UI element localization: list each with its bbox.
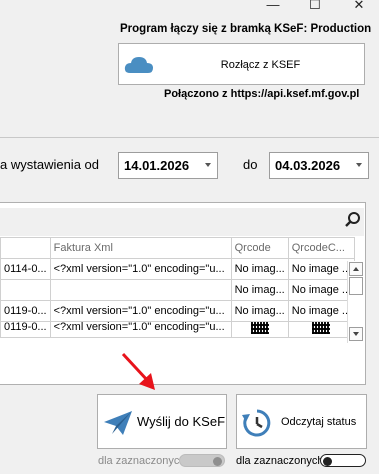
date-from-label: a wystawienia od [0,157,99,172]
table-cell[interactable]: No image ... [287,258,356,280]
table-header-row: Faktura Xml Qrcode QrcodeC... [0,237,356,259]
table-cell[interactable]: <?xml version="1.0" encoding="u... [49,300,232,322]
qrcode-icon [312,322,331,334]
date-to-picker[interactable]: 04.03.2026 [269,152,369,179]
send-label: Wyślij do KSeF [137,414,226,429]
send-to-ksef-button[interactable]: Wyślij do KSeF [97,394,227,449]
table-cell[interactable]: No imag... [230,258,289,280]
scroll-down-button[interactable] [349,327,363,341]
table-row[interactable]: 0119-0... <?xml version="1.0" encoding="… [0,321,356,338]
table-cell[interactable]: 0119-0... [0,321,51,338]
column-header-qrcodec[interactable]: QrcodeC... [287,237,356,259]
chevron-up-icon [353,267,359,271]
toggle-knob [323,457,332,466]
table-row[interactable]: 0119-0... <?xml version="1.0" encoding="… [0,300,356,322]
status-selected-toggle[interactable] [320,454,366,467]
qrcode-icon [250,322,269,334]
disconnect-button[interactable]: Rozłącz z KSEF [118,43,365,85]
maximize-button[interactable]: ☐ [300,0,330,14]
table-cell[interactable]: <?xml version="1.0" encoding="u... [49,258,232,280]
minimize-button[interactable]: — [258,0,288,14]
table-cell[interactable] [0,279,51,301]
date-to-value: 04.03.2026 [275,158,341,173]
vertical-scrollbar[interactable] [347,261,364,343]
table-cell[interactable]: No image ... [287,279,356,301]
grid-search-input[interactable] [0,211,341,233]
date-from-picker[interactable]: 14.01.2026 [118,152,218,179]
table-cell[interactable]: No imag... [230,300,289,322]
connected-to-text: Połączono z https://api.ksef.mf.gov.pl [164,88,360,100]
invoice-table: Faktura Xml Qrcode QrcodeC... 0114-0... … [0,237,356,338]
table-cell[interactable]: No image ... [287,300,356,322]
chevron-down-icon [353,332,359,336]
red-arrow-icon [121,352,155,390]
table-row[interactable]: 0114-0... <?xml version="1.0" encoding="… [0,258,356,280]
chevron-down-icon[interactable] [205,163,211,167]
search-icon[interactable] [344,211,362,232]
toggle-knob [213,457,222,466]
table-row[interactable]: No imag... No image ... [0,279,356,301]
paper-plane-icon [104,411,132,435]
column-header[interactable] [0,237,51,259]
read-status-button[interactable]: Odczytaj status [236,394,367,449]
qrcode-image[interactable] [230,321,289,338]
scroll-thumb[interactable] [349,277,363,295]
column-header-qrcode[interactable]: Qrcode [230,237,289,259]
date-to-label: do [243,157,258,172]
table-cell[interactable]: No imag... [230,279,289,301]
table-cell[interactable]: 0119-0... [0,300,51,322]
close-button[interactable]: ✕ [344,0,374,14]
table-cell[interactable]: <?xml version="1.0" encoding="u... [49,321,232,338]
disconnect-label: Rozłącz z KSEF [220,59,301,71]
table-cell[interactable]: 0114-0... [0,258,51,280]
divider [0,137,379,138]
table-cell[interactable] [49,279,232,301]
connection-info: Program łączy się z bramką KSeF: Product… [120,23,372,35]
send-toggle-label: dla zaznaczonyc [98,455,180,467]
qrcode-image[interactable] [287,321,356,338]
scroll-up-button[interactable] [349,262,363,276]
send-selected-toggle[interactable] [179,454,225,467]
date-from-value: 14.01.2026 [124,158,190,173]
chevron-down-icon[interactable] [356,163,362,167]
status-label: Odczytaj status [281,416,357,428]
status-toggle-label: dla zaznaczonych [236,455,324,467]
clock-refresh-icon [242,409,271,437]
column-header-faktura-xml[interactable]: Faktura Xml [49,237,232,259]
